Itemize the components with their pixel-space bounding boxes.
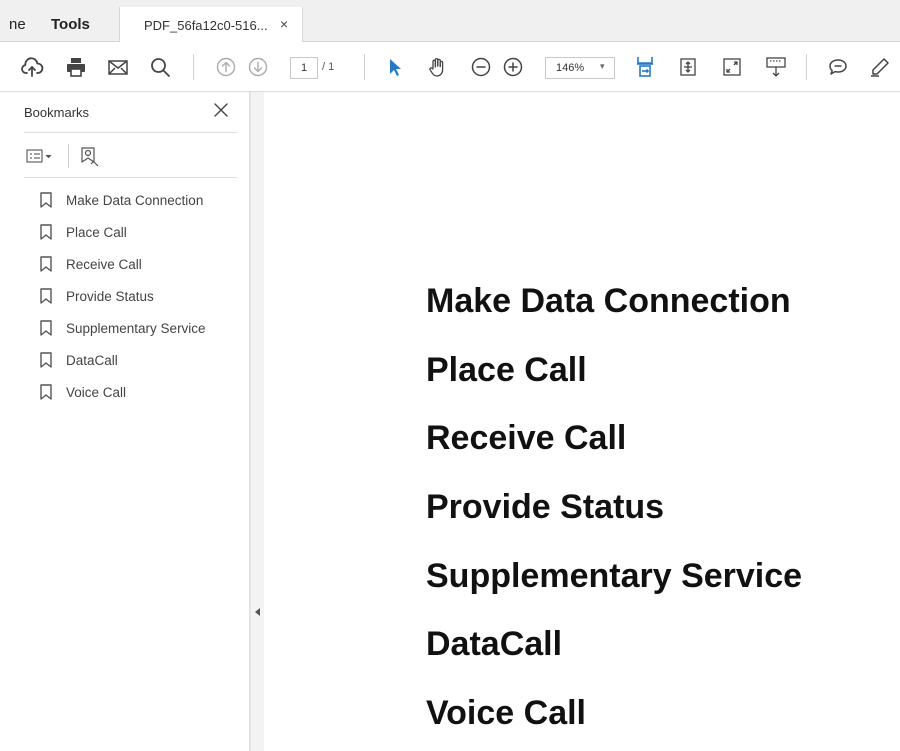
new-bookmark-icon[interactable] [79,146,101,168]
bookmark-label: Supplementary Service [66,321,206,336]
bookmark-list: Make Data Connection Place Call Receive … [40,190,240,414]
email-icon[interactable] [106,55,130,79]
document-heading: DataCall [426,625,563,663]
scroll-mode-icon[interactable] [676,55,700,79]
panel-title: Bookmarks [24,105,90,120]
zoom-out-icon[interactable] [469,55,493,79]
bookmark-item-receive-call[interactable]: Receive Call [40,254,240,286]
bookmark-icon [40,352,52,368]
document-heading: Receive Call [426,419,627,457]
panel-splitter[interactable] [250,92,264,751]
cloud-upload-icon[interactable] [20,55,44,79]
tab-document[interactable]: PDF_56fa12c0-516... × [119,7,303,43]
bookmark-label: Receive Call [66,257,142,272]
zoom-level-select[interactable]: 146% ▾ [545,57,615,79]
bookmark-item-make-data-connection[interactable]: Make Data Connection [40,190,240,222]
bookmark-icon [40,320,52,336]
toolbar-separator [193,54,194,80]
panel-divider [24,177,237,178]
toolbar-separator [364,54,365,80]
close-icon[interactable] [211,100,231,120]
print-icon[interactable] [64,55,88,79]
next-page-icon[interactable] [246,55,270,79]
bookmark-label: Provide Status [66,289,154,304]
page-number-input[interactable]: 1 [290,57,318,79]
document-heading: Provide Status [426,488,665,526]
bookmark-item-voice-call[interactable]: Voice Call [40,382,240,414]
toolbar: 1 / 1 146% ▾ [0,42,900,92]
document-heading: Make Data Connection [426,282,791,320]
document-heading: Supplementary Service [426,557,803,595]
document-heading: Voice Call [426,694,586,732]
bookmark-item-supplementary-service[interactable]: Supplementary Service [40,318,240,350]
tab-close-icon[interactable]: × [280,16,288,32]
panel-separator [68,144,69,168]
collapse-panel-icon[interactable] [255,608,260,616]
bookmarks-panel: Bookmarks Make Data Connection Place Cal… [0,92,250,751]
document-page: Make Data Connection Place Call Receive … [264,92,900,751]
bookmark-item-place-call[interactable]: Place Call [40,222,240,254]
bookmark-label: Place Call [66,225,127,240]
bookmark-item-datacall[interactable]: DataCall [40,350,240,382]
bookmark-icon [40,192,52,208]
hand-tool-icon[interactable] [425,55,449,79]
full-screen-icon[interactable] [720,55,744,79]
bookmark-icon [40,288,52,304]
tab-home[interactable]: ne [9,16,26,33]
highlight-pen-icon[interactable] [868,55,892,79]
fit-width-icon[interactable] [633,55,657,79]
tab-tools[interactable]: Tools [51,16,90,33]
previous-page-icon[interactable] [214,55,238,79]
tab-document-label: PDF_56fa12c0-516... [144,18,268,33]
document-heading: Place Call [426,351,587,389]
bookmark-label: DataCall [66,353,118,368]
zoom-in-icon[interactable] [501,55,525,79]
bookmark-options-button[interactable] [26,146,58,168]
zoom-level-value: 146% [556,62,585,74]
comment-icon[interactable] [826,55,850,79]
bookmark-label: Voice Call [66,385,127,400]
bookmark-icon [40,384,52,400]
chevron-down-icon: ▾ [600,61,605,71]
tab-bar: ne Tools PDF_56fa12c0-516... × [0,0,900,43]
bookmark-icon [40,256,52,272]
page-total: / 1 [322,61,335,73]
bookmark-label: Make Data Connection [66,193,204,208]
panel-divider [24,132,237,133]
search-icon[interactable] [148,55,172,79]
bookmark-icon [40,224,52,240]
read-mode-icon[interactable] [764,55,788,79]
bookmark-item-provide-status[interactable]: Provide Status [40,286,240,318]
select-cursor-icon[interactable] [383,55,407,79]
toolbar-separator [806,54,807,80]
